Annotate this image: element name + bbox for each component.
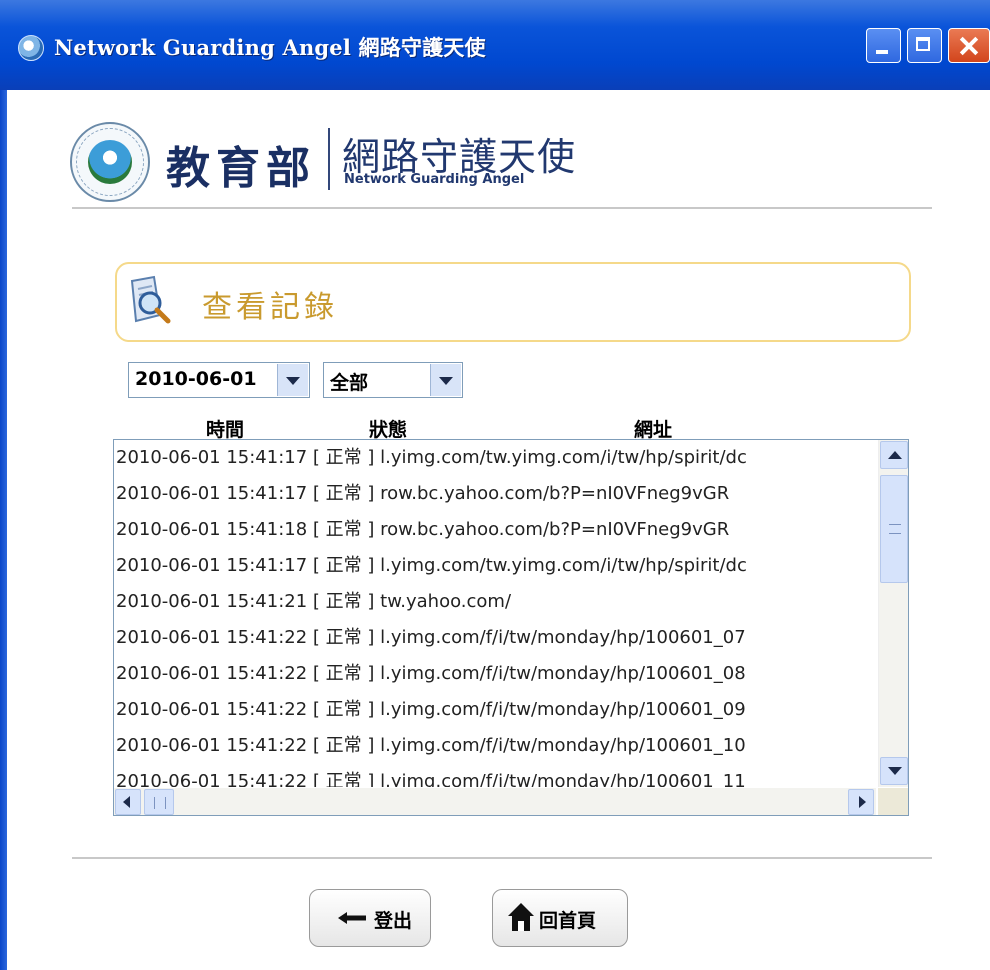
row-status: [ 正常 ] [312, 735, 375, 756]
house-icon [508, 903, 534, 931]
row-time: 2010-06-01 15:41:22 [116, 771, 308, 787]
magnifier-document-icon [130, 275, 171, 324]
scroll-down-button[interactable] [880, 757, 908, 785]
list-item[interactable]: 2010-06-01 15:41:22 [ 正常 ] l.yimg.com/f/… [114, 764, 876, 787]
row-status: [ 正常 ] [312, 483, 375, 504]
row-status: [ 正常 ] [312, 771, 375, 787]
ministry-seal-logo [70, 122, 150, 202]
row-status: [ 正常 ] [312, 591, 375, 612]
scrollbar-corner [878, 788, 908, 815]
column-header-url[interactable]: 網址 [634, 415, 672, 442]
title-bar[interactable]: Network Guarding Angel 網路守護天使 [0, 0, 990, 90]
row-status: [ 正常 ] [312, 555, 375, 576]
row-time: 2010-06-01 15:41:17 [116, 555, 308, 576]
logout-button-label: 登出 [374, 910, 413, 932]
row-time: 2010-06-01 15:41:17 [116, 483, 308, 504]
list-item[interactable]: 2010-06-01 15:41:17 [ 正常 ] l.yimg.com/tw… [114, 548, 876, 584]
home-button-label: 回首頁 [539, 910, 597, 932]
row-url: l.yimg.com/tw.yimg.com/i/tw/hp/spirit/dc [380, 447, 747, 468]
footer-divider [72, 857, 932, 859]
scroll-right-button[interactable] [848, 789, 874, 815]
row-status: [ 正常 ] [312, 627, 375, 648]
row-time: 2010-06-01 15:41:22 [116, 735, 308, 756]
row-status: [ 正常 ] [312, 519, 375, 540]
chevron-down-icon[interactable] [430, 364, 461, 396]
logo-divider [328, 128, 330, 190]
vertical-scrollbar[interactable] [878, 440, 908, 787]
seal-emblem [88, 140, 132, 184]
column-header-time[interactable]: 時間 [206, 415, 244, 442]
maximize-button[interactable] [907, 28, 942, 63]
row-time: 2010-06-01 15:41:22 [116, 699, 308, 720]
list-item[interactable]: 2010-06-01 15:41:22 [ 正常 ] l.yimg.com/f/… [114, 692, 876, 728]
row-url: l.yimg.com/f/i/tw/monday/hp/100601_10 [380, 735, 746, 756]
status-select[interactable]: 全部 [323, 362, 463, 398]
list-item[interactable]: 2010-06-01 15:41:22 [ 正常 ] l.yimg.com/f/… [114, 728, 876, 764]
close-button[interactable] [948, 28, 990, 63]
arrow-left-icon [338, 912, 366, 924]
scroll-left-button[interactable] [115, 789, 141, 815]
list-item[interactable]: 2010-06-01 15:41:22 [ 正常 ] l.yimg.com/f/… [114, 620, 876, 656]
home-button[interactable]: 回首頁 [492, 889, 628, 947]
log-list[interactable]: 2010-06-01 15:41:17 [ 正常 ] l.yimg.com/tw… [113, 439, 909, 816]
list-item[interactable]: 2010-06-01 15:41:22 [ 正常 ] l.yimg.com/f/… [114, 656, 876, 692]
horizontal-scroll-thumb[interactable] [144, 789, 174, 815]
row-url: l.yimg.com/tw.yimg.com/i/tw/hp/spirit/dc [380, 555, 747, 576]
window-title: Network Guarding Angel 網路守護天使 [54, 35, 486, 60]
row-status: [ 正常 ] [312, 663, 375, 684]
status-select-value: 全部 [330, 372, 369, 394]
date-select[interactable]: 2010-06-01 [128, 362, 310, 398]
row-time: 2010-06-01 15:41:21 [116, 591, 308, 612]
row-status: [ 正常 ] [312, 699, 375, 720]
row-url: l.yimg.com/f/i/tw/monday/hp/100601_07 [380, 627, 746, 648]
column-header-status[interactable]: 狀態 [369, 415, 407, 442]
row-status: [ 正常 ] [312, 447, 375, 468]
vertical-scroll-thumb[interactable] [880, 475, 908, 583]
row-url: l.yimg.com/f/i/tw/monday/hp/100601_08 [380, 663, 746, 684]
row-url: row.bc.yahoo.com/b?P=nI0VFneg9vGR [380, 483, 730, 504]
chevron-down-icon[interactable] [277, 364, 308, 396]
app-icon [18, 35, 44, 61]
log-rows: 2010-06-01 15:41:17 [ 正常 ] l.yimg.com/tw… [114, 440, 876, 787]
header-divider [72, 207, 932, 209]
list-item[interactable]: 2010-06-01 15:41:17 [ 正常 ] row.bc.yahoo.… [114, 476, 876, 512]
scroll-up-button[interactable] [880, 441, 908, 469]
row-url: l.yimg.com/f/i/tw/monday/hp/100601_09 [380, 699, 746, 720]
logout-button[interactable]: 登出 [309, 889, 431, 947]
brand-name-en: Network Guarding Angel [344, 172, 525, 187]
row-time: 2010-06-01 15:41:18 [116, 519, 308, 540]
row-time: 2010-06-01 15:41:22 [116, 663, 308, 684]
row-time: 2010-06-01 15:41:22 [116, 627, 308, 648]
horizontal-scrollbar[interactable] [114, 788, 876, 815]
row-url: row.bc.yahoo.com/b?P=nI0VFneg9vGR [380, 519, 730, 540]
row-time: 2010-06-01 15:41:17 [116, 447, 308, 468]
list-item[interactable]: 2010-06-01 15:41:18 [ 正常 ] row.bc.yahoo.… [114, 512, 876, 548]
row-url: l.yimg.com/f/i/tw/monday/hp/100601_11 [380, 771, 746, 787]
list-item[interactable]: 2010-06-01 15:41:21 [ 正常 ] tw.yahoo.com/ [114, 584, 876, 620]
row-url: tw.yahoo.com/ [380, 591, 512, 612]
ministry-name: 教育部 [166, 143, 316, 194]
section-title: 查看記錄 [202, 290, 338, 325]
list-item[interactable]: 2010-06-01 15:41:17 [ 正常 ] l.yimg.com/tw… [114, 440, 876, 476]
minimize-button[interactable] [866, 28, 901, 63]
window-left-border [0, 90, 7, 970]
date-select-value: 2010-06-01 [135, 368, 257, 390]
